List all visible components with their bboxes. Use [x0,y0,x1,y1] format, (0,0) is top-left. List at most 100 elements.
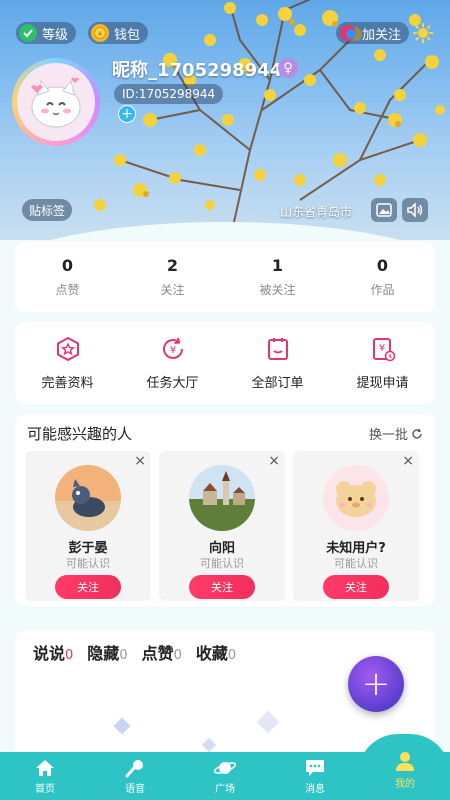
person-card[interactable]: × 未知用户? 可能认识 关注 [293,451,419,601]
nickname: 昵称_1705298944 [112,60,283,81]
yuan-cycle-icon: ¥ [162,337,183,359]
feed-tabs: 说说0 隐藏0 点赞0 收藏0 [33,640,236,664]
close-icon[interactable]: × [402,453,414,469]
nav-messages[interactable]: 消息 [270,752,360,800]
stat-works[interactable]: 0 作品 [330,242,435,312]
level-label: 等级 [42,27,69,43]
person-card[interactable]: × 彭于晏 可能认识 关注 [25,451,151,601]
person-avatar [323,465,389,531]
speaker-icon [407,202,423,218]
action-label: 全部订单 [251,375,304,391]
person-card[interactable]: × 向阳 可能认识 关注 [159,451,285,601]
follow-button[interactable]: 关注 [323,575,389,599]
all-orders-button[interactable]: 全部订单 [225,322,330,404]
actions-card: 完善资料 ¥ 任务大厅 全部订单 ¥ 提现申请 [15,322,435,404]
coin-icon: ¥ [91,24,109,42]
stat-value: 1 [271,256,284,275]
follow-pill[interactable]: 加关注 [336,22,410,44]
nav-square[interactable]: 广场 [180,752,270,800]
user-icon [396,751,414,771]
checkmark-icon [19,24,37,42]
nav-me[interactable]: 我的 [360,751,450,800]
tab-count: 0 [119,648,128,663]
nav-home[interactable]: 首页 [0,752,90,800]
tab-label: 收藏 [195,644,228,663]
wallet-label: 钱包 [114,27,141,43]
stat-followers[interactable]: 1 被关注 [225,242,330,312]
cat-avatar-image [17,63,95,141]
female-gender-icon: ♀ [278,58,298,78]
stats-card: 0 点赞 2 关注 1 被关注 0 作品 [15,242,435,312]
svg-text:¥: ¥ [169,345,175,356]
tab-posts[interactable]: 说说0 [33,640,73,664]
stat-label: 关注 [160,283,185,297]
tab-label: 说说 [33,644,66,663]
stat-likes[interactable]: 0 点赞 [15,242,120,312]
complete-profile-button[interactable]: 完善资料 [15,322,120,404]
stat-value: 2 [166,256,179,275]
withdraw-icon: ¥ [372,337,395,361]
create-post-button[interactable]: + [348,656,404,712]
stat-following[interactable]: 2 关注 [120,242,225,312]
close-icon[interactable]: × [268,453,280,469]
background-image-button[interactable] [371,198,397,222]
order-list-icon [267,337,288,360]
tab-hidden[interactable]: 隐藏0 [87,640,127,664]
add-tag-button[interactable]: + [118,105,136,123]
nav-label: 消息 [305,783,325,795]
nav-label: 广场 [215,783,235,795]
task-hall-button[interactable]: ¥ 任务大厅 [120,322,225,404]
tab-likes[interactable]: 点赞0 [142,640,182,664]
tab-label: 点赞 [141,644,174,663]
nav-label: 语音 [125,783,145,795]
stat-label: 作品 [370,283,395,297]
wallet-pill[interactable]: ¥ 钱包 [88,22,149,44]
location-text: 山东省青岛市 [280,205,353,219]
svg-text:¥: ¥ [378,343,384,354]
stat-value: 0 [61,256,74,275]
person-subtitle: 可能认识 [200,557,244,570]
follow-label: 加关注 [362,27,402,43]
stat-label: 被关注 [259,283,296,297]
nav-label: 我的 [395,778,415,790]
person-avatar [55,465,121,531]
action-label: 提现申请 [356,375,409,391]
close-icon[interactable]: × [134,453,146,469]
action-label: 完善资料 [41,375,94,391]
stat-label: 点赞 [55,283,80,297]
profile-star-icon [56,336,79,361]
add-follow-icon [339,24,357,42]
avatar[interactable] [12,58,100,146]
image-icon [376,203,392,217]
refresh-button[interactable]: 换一批 [369,424,423,443]
home-icon [36,759,54,776]
sun-icon [412,22,434,44]
tab-count: 0 [65,648,74,663]
follow-button[interactable]: 关注 [55,575,121,599]
svg-text:¥: ¥ [98,30,103,38]
level-pill[interactable]: 等级 [16,22,77,44]
chat-icon [306,759,324,776]
person-name: 向阳 [208,541,235,556]
person-subtitle: 可能认识 [66,557,110,570]
nav-label: 首页 [35,783,55,795]
user-id: ID:1705298944 [114,84,224,104]
sticker-button[interactable]: 贴标签 [22,199,73,221]
tab-favorites[interactable]: 收藏0 [196,640,236,664]
bottom-nav: 首页 语音 广场 消息 我的 [0,751,450,800]
follow-button[interactable]: 关注 [189,575,255,599]
refresh-label: 换一批 [368,428,408,443]
nav-voice[interactable]: 语音 [90,752,180,800]
person-subtitle: 可能认识 [334,557,378,570]
refresh-icon [412,428,422,439]
tab-label: 隐藏 [87,644,120,663]
action-label: 任务大厅 [146,375,199,391]
tab-count: 0 [227,648,237,663]
sound-button[interactable] [402,198,428,222]
stat-value: 0 [376,256,389,275]
recommend-title: 可能感兴趣的人 [27,425,133,443]
person-avatar [189,465,255,531]
withdraw-button[interactable]: ¥ 提现申请 [330,322,435,404]
person-name: 彭于晏 [68,541,108,556]
tab-count: 0 [173,648,182,663]
